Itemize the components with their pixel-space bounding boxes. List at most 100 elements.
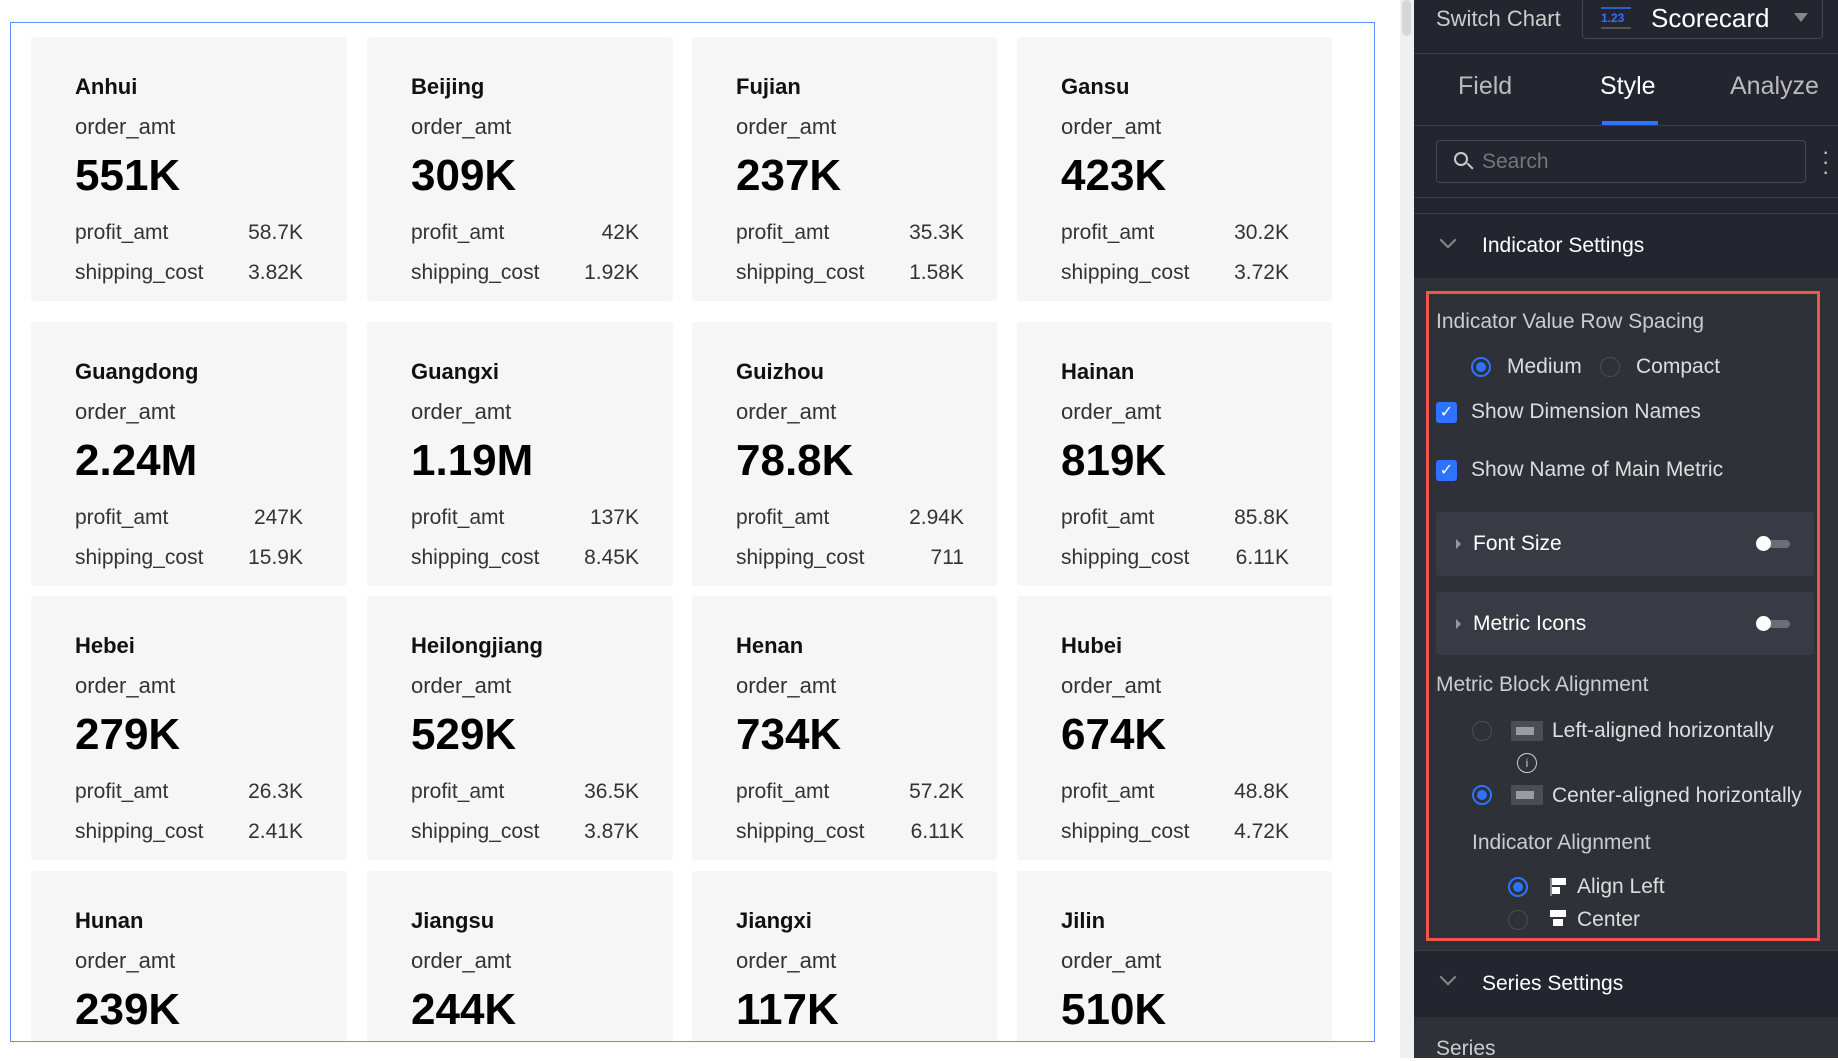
scorecard-guangxi[interactable]: Guangxi order_amt 1.19M profit_amt 137K shipp…: [367, 322, 673, 586]
search-input[interactable]: Search: [1436, 140, 1806, 183]
dimension-name: Guizhou: [736, 359, 824, 384]
sub-metric-value: 4.72K: [1234, 820, 1289, 843]
sub-metric-value: 3.82K: [248, 261, 303, 284]
center-label: Center: [1577, 908, 1641, 931]
sub-metric-value: 2.94K: [909, 506, 964, 529]
show-dimension-names-checkbox[interactable]: ✓: [1436, 402, 1457, 423]
main-metric-value: 2.24M: [75, 436, 198, 485]
main-metric-name: order_amt: [411, 948, 512, 973]
row-spacing-label: Indicator Value Row Spacing: [1436, 310, 1705, 333]
dimension-name: Fujian: [736, 74, 801, 99]
info-icon[interactable]: i: [1517, 753, 1537, 773]
series-settings-body: Series: [1414, 1017, 1838, 1060]
series-settings-title: Series Settings: [1482, 972, 1624, 995]
main-metric-name: order_amt: [736, 948, 837, 973]
scorecard-jilin[interactable]: Jilin order_amt 510K: [1017, 871, 1332, 1041]
dimension-name: Jiangxi: [736, 908, 812, 933]
radio-compact[interactable]: [1600, 357, 1620, 377]
dimension-name: Hubei: [1061, 633, 1123, 658]
sub-metric-row: profit_amt 2.94K: [736, 498, 964, 538]
sub-metric-value: 6.11K: [910, 820, 964, 843]
main-metric-value: 309K: [411, 151, 517, 200]
scorecard-hainan[interactable]: Hainan order_amt 819K profit_amt 85.8K shippi…: [1017, 322, 1332, 586]
scorecard-hubei[interactable]: Hubei order_amt 674K profit_amt 48.8K shippin…: [1017, 596, 1332, 860]
metric-icons-toggle[interactable]: [1756, 616, 1790, 631]
scorecard-anhui[interactable]: Anhui order_amt 551K profit_amt 58.7K shippin…: [31, 37, 347, 301]
series-settings-header[interactable]: Series Settings: [1414, 951, 1838, 1017]
caret-right-icon: [1456, 619, 1461, 629]
sub-metric-name: profit_amt: [736, 506, 830, 529]
sub-metric-row: profit_amt 85.8K: [1061, 498, 1289, 538]
canvas-scrollbar[interactable]: [1400, 0, 1414, 1058]
tab-analyze[interactable]: Analyze: [1730, 72, 1819, 101]
radio-left-aligned[interactable]: [1472, 721, 1492, 741]
scorecard-chart[interactable]: Anhui order_amt 551K profit_amt 58.7K shippin…: [10, 22, 1375, 1042]
more-options-icon[interactable]: · · ·: [1822, 141, 1830, 183]
sub-metric-value: 30.2K: [1234, 221, 1289, 244]
radio-center-aligned[interactable]: [1472, 785, 1492, 805]
font-size-toggle[interactable]: [1756, 536, 1790, 551]
metric-icons-label: Metric Icons: [1473, 612, 1587, 635]
main-metric-name: order_amt: [1061, 399, 1162, 424]
scorecard-henan[interactable]: Henan order_amt 734K profit_amt 57.2K shippin…: [692, 596, 997, 860]
scorecard-guizhou[interactable]: Guizhou order_amt 78.8K profit_amt 2.94K ship…: [692, 322, 997, 586]
sub-metric-name: shipping_cost: [411, 820, 540, 843]
scorecard-gansu[interactable]: Gansu order_amt 423K profit_amt 30.2K shippin…: [1017, 37, 1332, 301]
sub-metric-row: shipping_cost 3.82K: [75, 253, 303, 293]
scorecard-jiangxi[interactable]: Jiangxi order_amt 117K: [692, 871, 997, 1041]
sub-metric-name: profit_amt: [411, 780, 505, 803]
font-size-section[interactable]: Font Size: [1436, 512, 1814, 576]
switch-chart-label: Switch Chart: [1436, 6, 1561, 31]
sub-metric-value: 57.2K: [909, 780, 964, 803]
sub-metric-name: profit_amt: [75, 780, 169, 803]
sub-metric-name: profit_amt: [736, 221, 830, 244]
scorecard-heilongjiang[interactable]: Heilongjiang order_amt 529K profit_amt 36.5K…: [367, 596, 673, 860]
center-aligned-label: Center-aligned horizontally: [1552, 784, 1802, 807]
tab-style[interactable]: Style: [1600, 72, 1656, 101]
main-metric-name: order_amt: [411, 673, 512, 698]
sub-metric-name: profit_amt: [75, 221, 169, 244]
dimension-name: Guangxi: [411, 359, 500, 384]
main-metric-value: 78.8K: [736, 436, 854, 485]
dimension-name: Hainan: [1061, 359, 1135, 384]
settings-panel: Switch Chart 1.23 Scorecard Field Style …: [1414, 0, 1838, 1060]
radio-align-left[interactable]: [1508, 877, 1528, 897]
indicator-alignment-label: Indicator Alignment: [1472, 831, 1651, 854]
sub-metric-row: profit_amt 58.7K: [75, 213, 303, 253]
sub-metric-value: 2.41K: [248, 820, 303, 843]
sub-metric-value: 58.7K: [248, 221, 303, 244]
sub-metric-name: shipping_cost: [1061, 546, 1190, 569]
scorecard-hunan[interactable]: Hunan order_amt 239K: [31, 871, 347, 1041]
align-left-label: Align Left: [1577, 875, 1665, 898]
scorecard-jiangsu[interactable]: Jiangsu order_amt 244K: [367, 871, 673, 1041]
scorecard-fujian[interactable]: Fujian order_amt 237K profit_amt 35.3K shippi…: [692, 37, 997, 301]
scrollbar-thumb[interactable]: [1402, 0, 1411, 36]
sub-metric-value: 8.45K: [584, 546, 639, 569]
chevron-down-icon: [1439, 968, 1457, 986]
sub-metric-row: shipping_cost 6.11K: [736, 812, 964, 852]
main-metric-value: 819K: [1061, 436, 1167, 485]
sub-metric-name: shipping_cost: [75, 820, 204, 843]
dimension-name: Gansu: [1061, 74, 1130, 99]
indicator-settings-header[interactable]: Indicator Settings: [1414, 214, 1838, 278]
main-metric-name: order_amt: [1061, 673, 1162, 698]
scorecard-hebei[interactable]: Hebei order_amt 279K profit_amt 26.3K shippin…: [31, 596, 347, 860]
radio-medium[interactable]: [1471, 357, 1491, 377]
sub-metric-row: profit_amt 57.2K: [736, 772, 964, 812]
sub-metric-name: profit_amt: [411, 221, 505, 244]
show-main-metric-checkbox[interactable]: ✓: [1436, 460, 1457, 481]
tab-field[interactable]: Field: [1458, 72, 1512, 101]
scorecard-beijing[interactable]: Beijing order_amt 309K profit_amt 42K shippin…: [367, 37, 673, 301]
font-size-label: Font Size: [1473, 532, 1562, 555]
sub-metric-row: profit_amt 35.3K: [736, 213, 964, 253]
scorecard-guangdong[interactable]: Guangdong order_amt 2.24M profit_amt 247K shi…: [31, 322, 347, 586]
chart-type-dropdown[interactable]: 1.23 Scorecard: [1582, 0, 1823, 39]
sub-metric-value: 35.3K: [909, 221, 964, 244]
series-label: Series: [1436, 1037, 1496, 1060]
dimension-name: Guangdong: [75, 359, 199, 384]
radio-center[interactable]: [1508, 910, 1528, 930]
sub-metric-value: 36.5K: [584, 780, 639, 803]
metric-icons-section[interactable]: Metric Icons: [1436, 592, 1814, 655]
dimension-name: Jiangsu: [411, 908, 495, 933]
sub-metric-row: shipping_cost 1.92K: [411, 253, 639, 293]
